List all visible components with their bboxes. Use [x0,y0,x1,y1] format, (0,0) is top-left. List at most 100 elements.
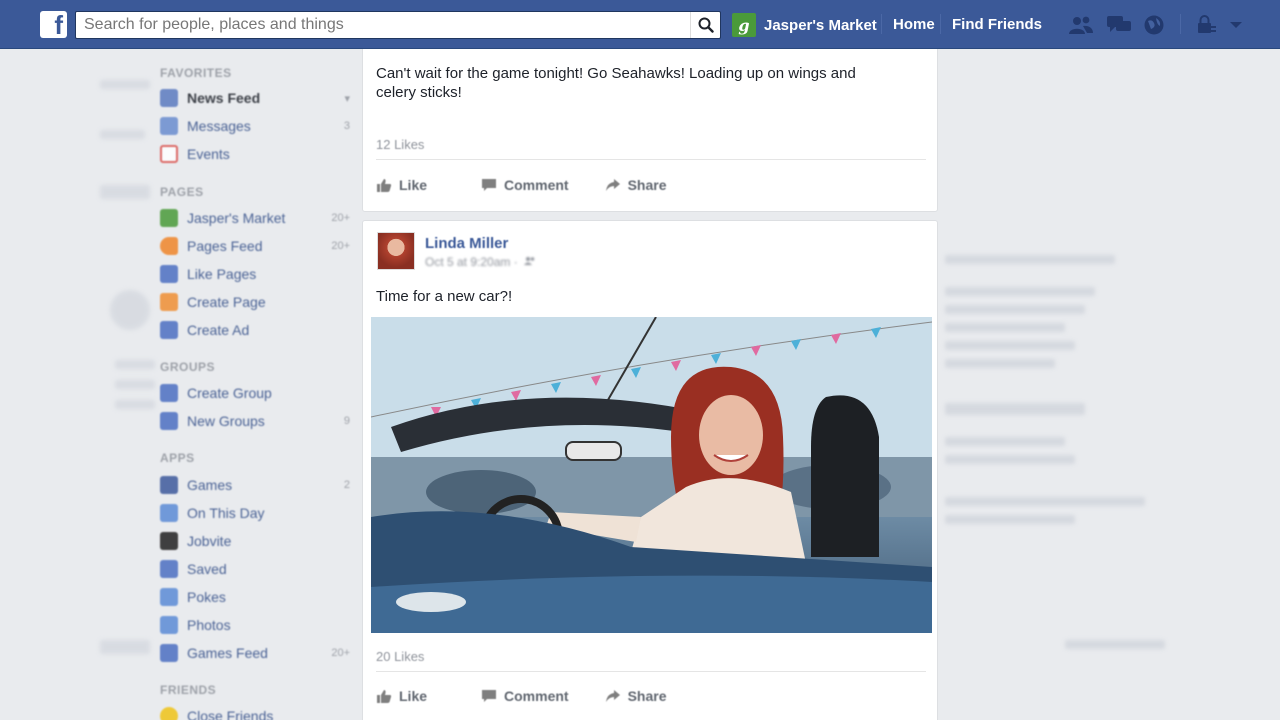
post-photo[interactable] [371,317,932,633]
author-avatar[interactable] [377,232,415,270]
post-actions: Like Comment Share [376,685,926,707]
create-group-icon [160,384,178,402]
sidebar-item-messages[interactable]: Messages 3 [160,115,350,137]
sidebar-item-games-feed[interactable]: Games Feed 20+ [160,642,350,664]
sidebar-item-label: On This Day [187,505,265,521]
divider [376,671,926,672]
ghost-text [100,640,150,654]
search-input[interactable] [76,12,690,38]
ghost-text [115,360,155,369]
like-count[interactable]: 12 Likes [376,137,424,152]
sidebar-item-label: Pokes [187,589,226,605]
poke-icon [160,588,178,606]
comment-label: Comment [504,688,569,704]
sidebar-item-like-pages[interactable]: Like Pages [160,263,350,285]
left-sidebar: FAVORITES News Feed ▾ Messages 3 Events … [155,50,355,720]
sidebar-item-count: 9 [343,415,350,427]
friend-requests-icon[interactable] [1068,13,1094,37]
facebook-logo[interactable]: f [40,11,67,38]
page-profile-link[interactable]: g Jasper's Market [732,12,877,38]
star-icon [160,707,178,720]
ghost-button [945,403,1085,415]
ghost-text [945,515,1075,524]
sidebar-item-close-friends[interactable]: Close Friends [160,705,350,720]
sidebar-item-events[interactable]: Events [160,143,350,165]
sidebar-item-label: Create Group [187,385,272,401]
sidebar-item-count: 20+ [331,647,350,659]
post-timestamp[interactable]: Oct 5 at 9:20am · [425,255,536,269]
account-menu-chevron-down-icon[interactable] [1223,13,1249,37]
messages-icon[interactable] [1106,13,1132,37]
sidebar-item-on-this-day[interactable]: On This Day [160,502,350,524]
sidebar-item-photos[interactable]: Photos [160,614,350,636]
share-button[interactable]: Share [605,174,667,196]
sidebar-item-jaspers-market[interactable]: Jasper's Market 20+ [160,207,350,229]
sidebar-section-favorites: FAVORITES [160,66,232,80]
sidebar-item-label: Games Feed [187,645,268,661]
sidebar-item-pokes[interactable]: Pokes [160,586,350,608]
ghost-text [945,255,1115,264]
notifications-globe-icon[interactable] [1141,13,1167,37]
sidebar-item-label: News Feed [187,90,261,106]
sidebar-item-count: ▾ [344,92,350,105]
ghost-text [945,497,1145,506]
privacy-lock-icon[interactable] [1193,13,1219,37]
sidebar-item-saved[interactable]: Saved [160,558,350,580]
comment-button[interactable]: Comment [481,174,569,196]
share-arrow-icon [605,690,620,702]
sidebar-item-create-group[interactable]: Create Group [160,382,350,404]
sidebar-item-label: Photos [187,617,231,633]
share-arrow-icon [605,179,620,191]
sidebar-item-jobvite[interactable]: Jobvite [160,530,350,552]
share-label: Share [627,688,667,704]
home-link[interactable]: Home [893,12,935,38]
share-label: Share [627,177,667,193]
post-text: Time for a new car?! [376,288,513,305]
top-navigation-bar: f g Jasper's Market Home Find Friends [0,0,1280,49]
games-feed-icon [160,644,178,662]
like-button[interactable]: Like [376,174,427,196]
photos-icon [160,616,178,634]
ghost-text [945,323,1065,332]
sidebar-item-new-groups[interactable]: New Groups 9 [160,410,350,432]
audience-friends-icon [524,257,535,265]
post-text: Can't wait for the game tonight! Go Seah… [376,65,856,101]
like-label: Like [399,177,428,193]
sidebar-item-label: Messages [187,118,251,134]
share-button[interactable]: Share [605,685,667,707]
create-page-icon [160,293,178,311]
bar-chart-icon [160,321,178,339]
ghost-text [945,305,1085,314]
sidebar-item-label: Pages Feed [187,238,263,254]
ghost-text [945,359,1055,368]
like-button[interactable]: Like [376,685,427,707]
comment-button[interactable]: Comment [481,685,569,707]
search-icon [698,17,714,33]
sidebar-item-label: Jobvite [187,533,232,549]
post-actions: Like Comment Share [376,174,926,196]
news-feed-icon [160,89,178,107]
page-name: Jasper's Market [764,16,877,34]
sidebar-section-apps: APPS [160,451,195,465]
find-friends-link[interactable]: Find Friends [952,12,1042,38]
games-icon [160,476,178,494]
sidebar-item-create-ad[interactable]: Create Ad [160,319,350,341]
facebook-logo-letter: f [54,10,63,40]
like-count[interactable]: 20 Likes [376,649,424,664]
sidebar-item-create-page[interactable]: Create Page [160,291,350,313]
author-name[interactable]: Linda Miller [425,235,508,252]
search-button[interactable] [690,12,720,38]
sidebar-item-games[interactable]: Games 2 [160,474,350,496]
calendar-icon [160,145,178,163]
ghost-text [115,400,155,409]
page-avatar: g [732,13,756,37]
sidebar-item-label: Jasper's Market [187,210,286,226]
sidebar-item-news-feed[interactable]: News Feed ▾ [160,87,350,109]
sidebar-item-label: Create Page [187,294,266,310]
search-box [75,11,721,39]
like-pages-icon [160,265,178,283]
sidebar-item-pages-feed[interactable]: Pages Feed 20+ [160,235,350,257]
nav-divider [940,14,941,34]
divider [376,159,926,160]
thumbs-up-icon [377,689,392,703]
